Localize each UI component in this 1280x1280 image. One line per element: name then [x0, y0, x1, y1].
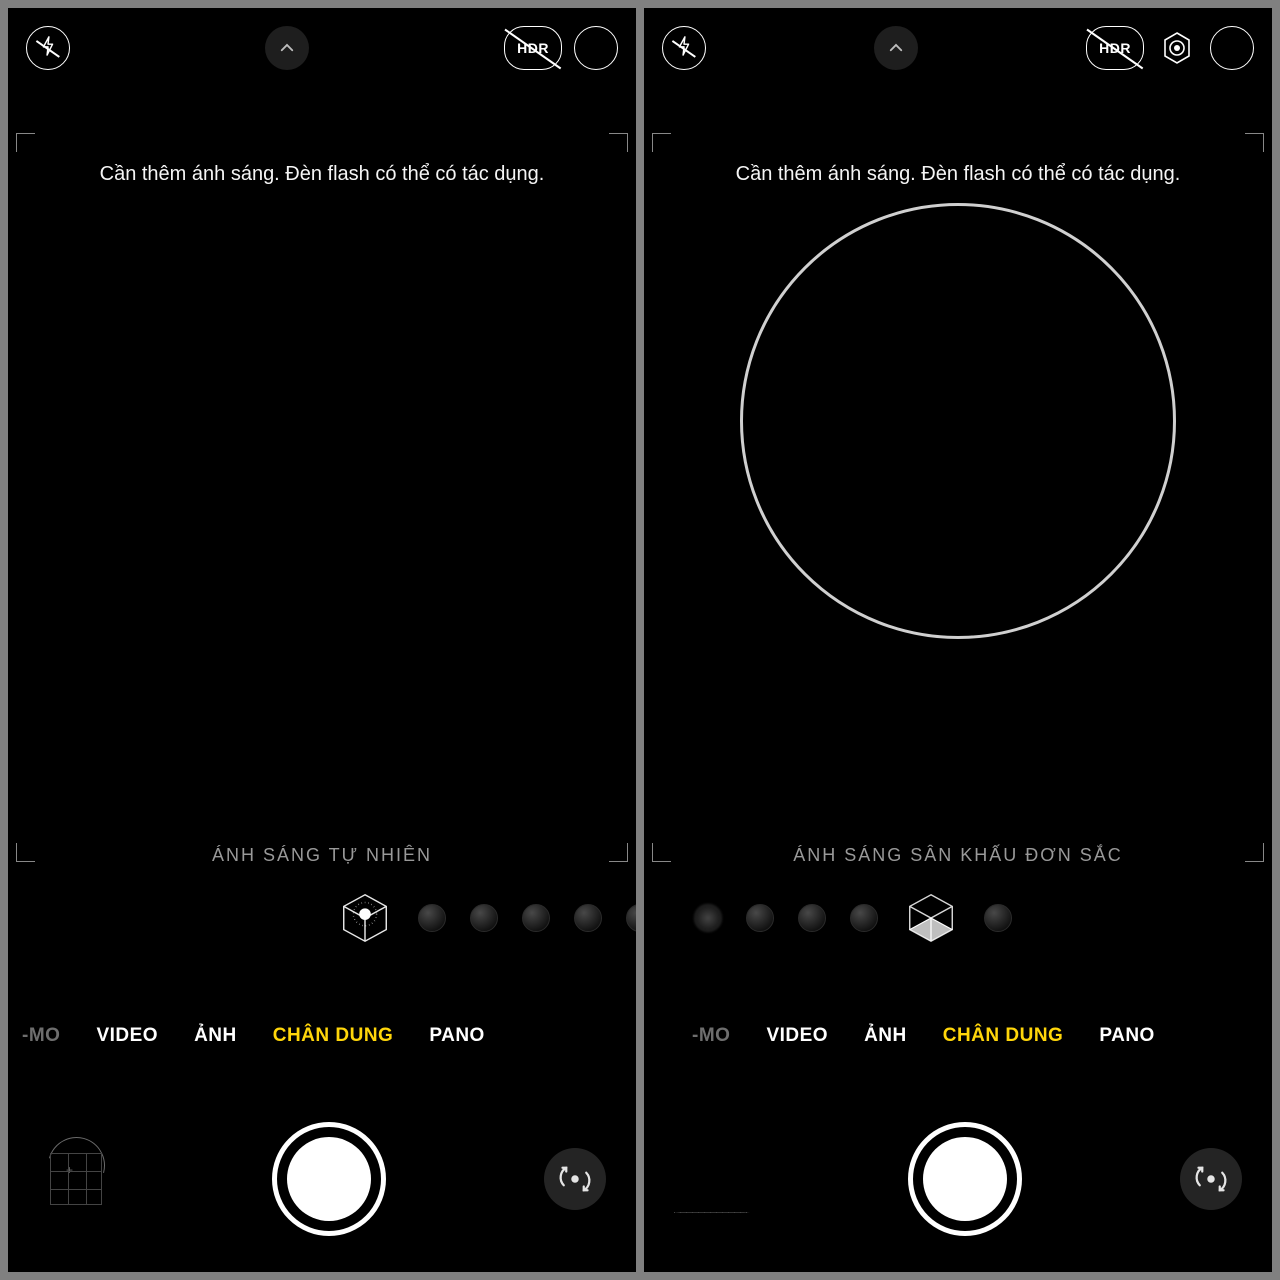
- bottom-controls: +: [8, 1122, 636, 1236]
- f-aperture-icon: f: [593, 37, 599, 60]
- camera-screen-left: HDR f Cần thêm ánh sáng. Đèn flash có th…: [8, 8, 636, 1272]
- lighting-option-dot[interactable]: [418, 904, 446, 932]
- lighting-mode-label: ÁNH SÁNG SÂN KHẤU ĐƠN SẮC: [644, 845, 1272, 866]
- f-aperture-icon: f: [1229, 37, 1235, 60]
- flash-off-button[interactable]: [26, 26, 70, 70]
- live-photo-button[interactable]: [1156, 27, 1198, 69]
- lighting-option-dot[interactable]: [746, 904, 774, 932]
- last-photo-thumbnail-placeholder[interactable]: [674, 1212, 750, 1228]
- viewfinder-frame[interactable]: [16, 133, 628, 862]
- lighting-stage-mono-cube-icon[interactable]: [902, 889, 960, 947]
- mode-pano[interactable]: PANO: [1099, 1025, 1154, 1047]
- screenshot-pair: HDR f Cần thêm ánh sáng. Đèn flash có th…: [0, 0, 1280, 1280]
- lighting-option-dot[interactable]: [626, 904, 636, 932]
- chevron-up-icon: [887, 39, 905, 57]
- mode-portrait[interactable]: CHÂN DUNG: [943, 1025, 1064, 1047]
- shutter-button[interactable]: [272, 1122, 386, 1236]
- lighting-natural-cube-icon[interactable]: [336, 889, 394, 947]
- lighting-mode-picker[interactable]: [644, 888, 1272, 948]
- mode-video[interactable]: VIDEO: [766, 1025, 828, 1047]
- camera-screen-right: HDR f Cần thêm ánh sáng. Đèn flash có th…: [644, 8, 1272, 1272]
- flash-icon: [40, 36, 56, 61]
- shutter-inner-icon: [287, 1137, 371, 1221]
- frame-corner-icon: [609, 133, 628, 152]
- lighting-mode-label: ÁNH SÁNG TỰ NHIÊN: [8, 845, 636, 866]
- mode-slomo-cut[interactable]: -MO: [692, 1025, 730, 1047]
- mode-video[interactable]: VIDEO: [96, 1025, 158, 1047]
- flip-camera-button[interactable]: [1180, 1148, 1242, 1210]
- top-controls: HDR f: [644, 8, 1272, 88]
- top-controls: HDR f: [8, 8, 636, 88]
- frame-corner-icon: [652, 133, 671, 152]
- mode-portrait[interactable]: CHÂN DUNG: [273, 1025, 394, 1047]
- low-light-hint: Cần thêm ánh sáng. Đèn flash có thể có t…: [644, 163, 1272, 186]
- frame-corner-icon: [1245, 133, 1264, 152]
- shutter-inner-icon: [923, 1137, 1007, 1221]
- flash-off-button[interactable]: [662, 26, 706, 70]
- camera-mode-selector[interactable]: -MO VIDEO ẢNH CHÂN DUNG PANO: [8, 1025, 636, 1047]
- lighting-option-dot[interactable]: [984, 904, 1012, 932]
- hdr-off-button[interactable]: HDR: [1086, 26, 1144, 70]
- expand-controls-button[interactable]: [265, 26, 309, 70]
- mode-slomo-cut[interactable]: -MO: [22, 1025, 60, 1047]
- depth-control-button[interactable]: f: [574, 26, 618, 70]
- hdr-label: HDR: [1099, 40, 1131, 56]
- mode-pano[interactable]: PANO: [429, 1025, 484, 1047]
- flip-camera-button[interactable]: [544, 1148, 606, 1210]
- chevron-up-icon: [278, 39, 296, 57]
- expand-controls-button[interactable]: [874, 26, 918, 70]
- lighting-option-dot[interactable]: [694, 904, 722, 932]
- flash-icon: [676, 36, 692, 61]
- lighting-option-dot[interactable]: [850, 904, 878, 932]
- portrait-face-circle: [740, 203, 1176, 639]
- camera-mode-selector[interactable]: -MO VIDEO ẢNH CHÂN DUNG PANO: [644, 1025, 1272, 1047]
- lighting-option-dot[interactable]: [470, 904, 498, 932]
- mode-photo[interactable]: ẢNH: [194, 1025, 237, 1047]
- flip-camera-icon: [1196, 1164, 1226, 1194]
- depth-control-button[interactable]: f: [1210, 26, 1254, 70]
- lighting-option-dot[interactable]: [574, 904, 602, 932]
- lighting-option-dot[interactable]: [798, 904, 826, 932]
- bottom-controls: [644, 1122, 1272, 1236]
- frame-corner-icon: [16, 133, 35, 152]
- lighting-mode-picker[interactable]: [8, 888, 636, 948]
- last-photo-thumbnail[interactable]: +: [38, 1141, 114, 1217]
- shutter-button[interactable]: [908, 1122, 1022, 1236]
- mode-photo[interactable]: ẢNH: [864, 1025, 907, 1047]
- live-photo-icon: [1160, 31, 1194, 65]
- hdr-off-button[interactable]: HDR: [504, 26, 562, 70]
- flip-camera-icon: [560, 1164, 590, 1194]
- lighting-option-dot[interactable]: [522, 904, 550, 932]
- low-light-hint: Cần thêm ánh sáng. Đèn flash có thể có t…: [8, 163, 636, 186]
- hdr-label: HDR: [517, 40, 549, 56]
